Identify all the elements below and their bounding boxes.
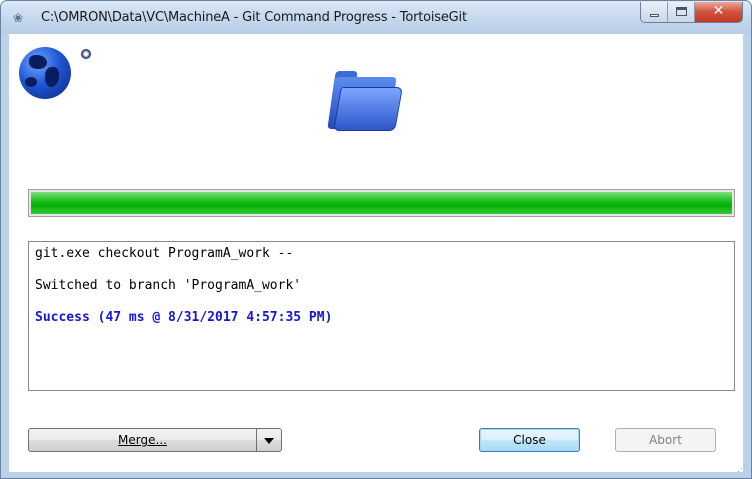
merge-split-button: Merge...	[28, 428, 282, 452]
close-window-button[interactable]: ✕	[695, 2, 742, 22]
close-button[interactable]: Close	[479, 428, 580, 452]
minimize-icon	[650, 14, 659, 17]
log-line-command: git.exe checkout ProgramA_work --	[35, 246, 294, 261]
log-line-branch: Switched to branch 'ProgramA_work'	[35, 278, 302, 293]
close-icon: ✕	[712, 3, 725, 19]
merge-dropdown-arrow[interactable]	[257, 429, 281, 451]
tortoisegit-icon: ❀	[13, 11, 23, 25]
window-controls: ✕	[640, 2, 743, 23]
minimize-button[interactable]	[641, 2, 668, 22]
satellite-icon	[81, 49, 91, 59]
maximize-button[interactable]	[668, 2, 695, 22]
progress-bar	[28, 189, 735, 217]
progress-fill	[31, 192, 732, 214]
folder-icon	[327, 71, 403, 131]
log-line-success: Success (47 ms @ 8/31/2017 4:57:35 PM)	[35, 310, 333, 325]
merge-button[interactable]: Merge...	[29, 429, 257, 451]
log-output[interactable]: git.exe checkout ProgramA_work -- Switch…	[28, 241, 735, 391]
merge-button-label: Merge...	[118, 433, 167, 447]
resize-grip[interactable]: ⋰	[737, 464, 747, 474]
title-bar[interactable]: ❀ C:\OMRON\Data\VC\MachineA - Git Comman…	[1, 1, 751, 34]
abort-button[interactable]: Abort	[615, 428, 716, 452]
window-title: C:\OMRON\Data\VC\MachineA - Git Command …	[41, 10, 467, 25]
globe-icon	[19, 47, 71, 99]
maximize-icon	[676, 7, 687, 16]
progress-window: ❀ C:\OMRON\Data\VC\MachineA - Git Comman…	[0, 0, 752, 479]
